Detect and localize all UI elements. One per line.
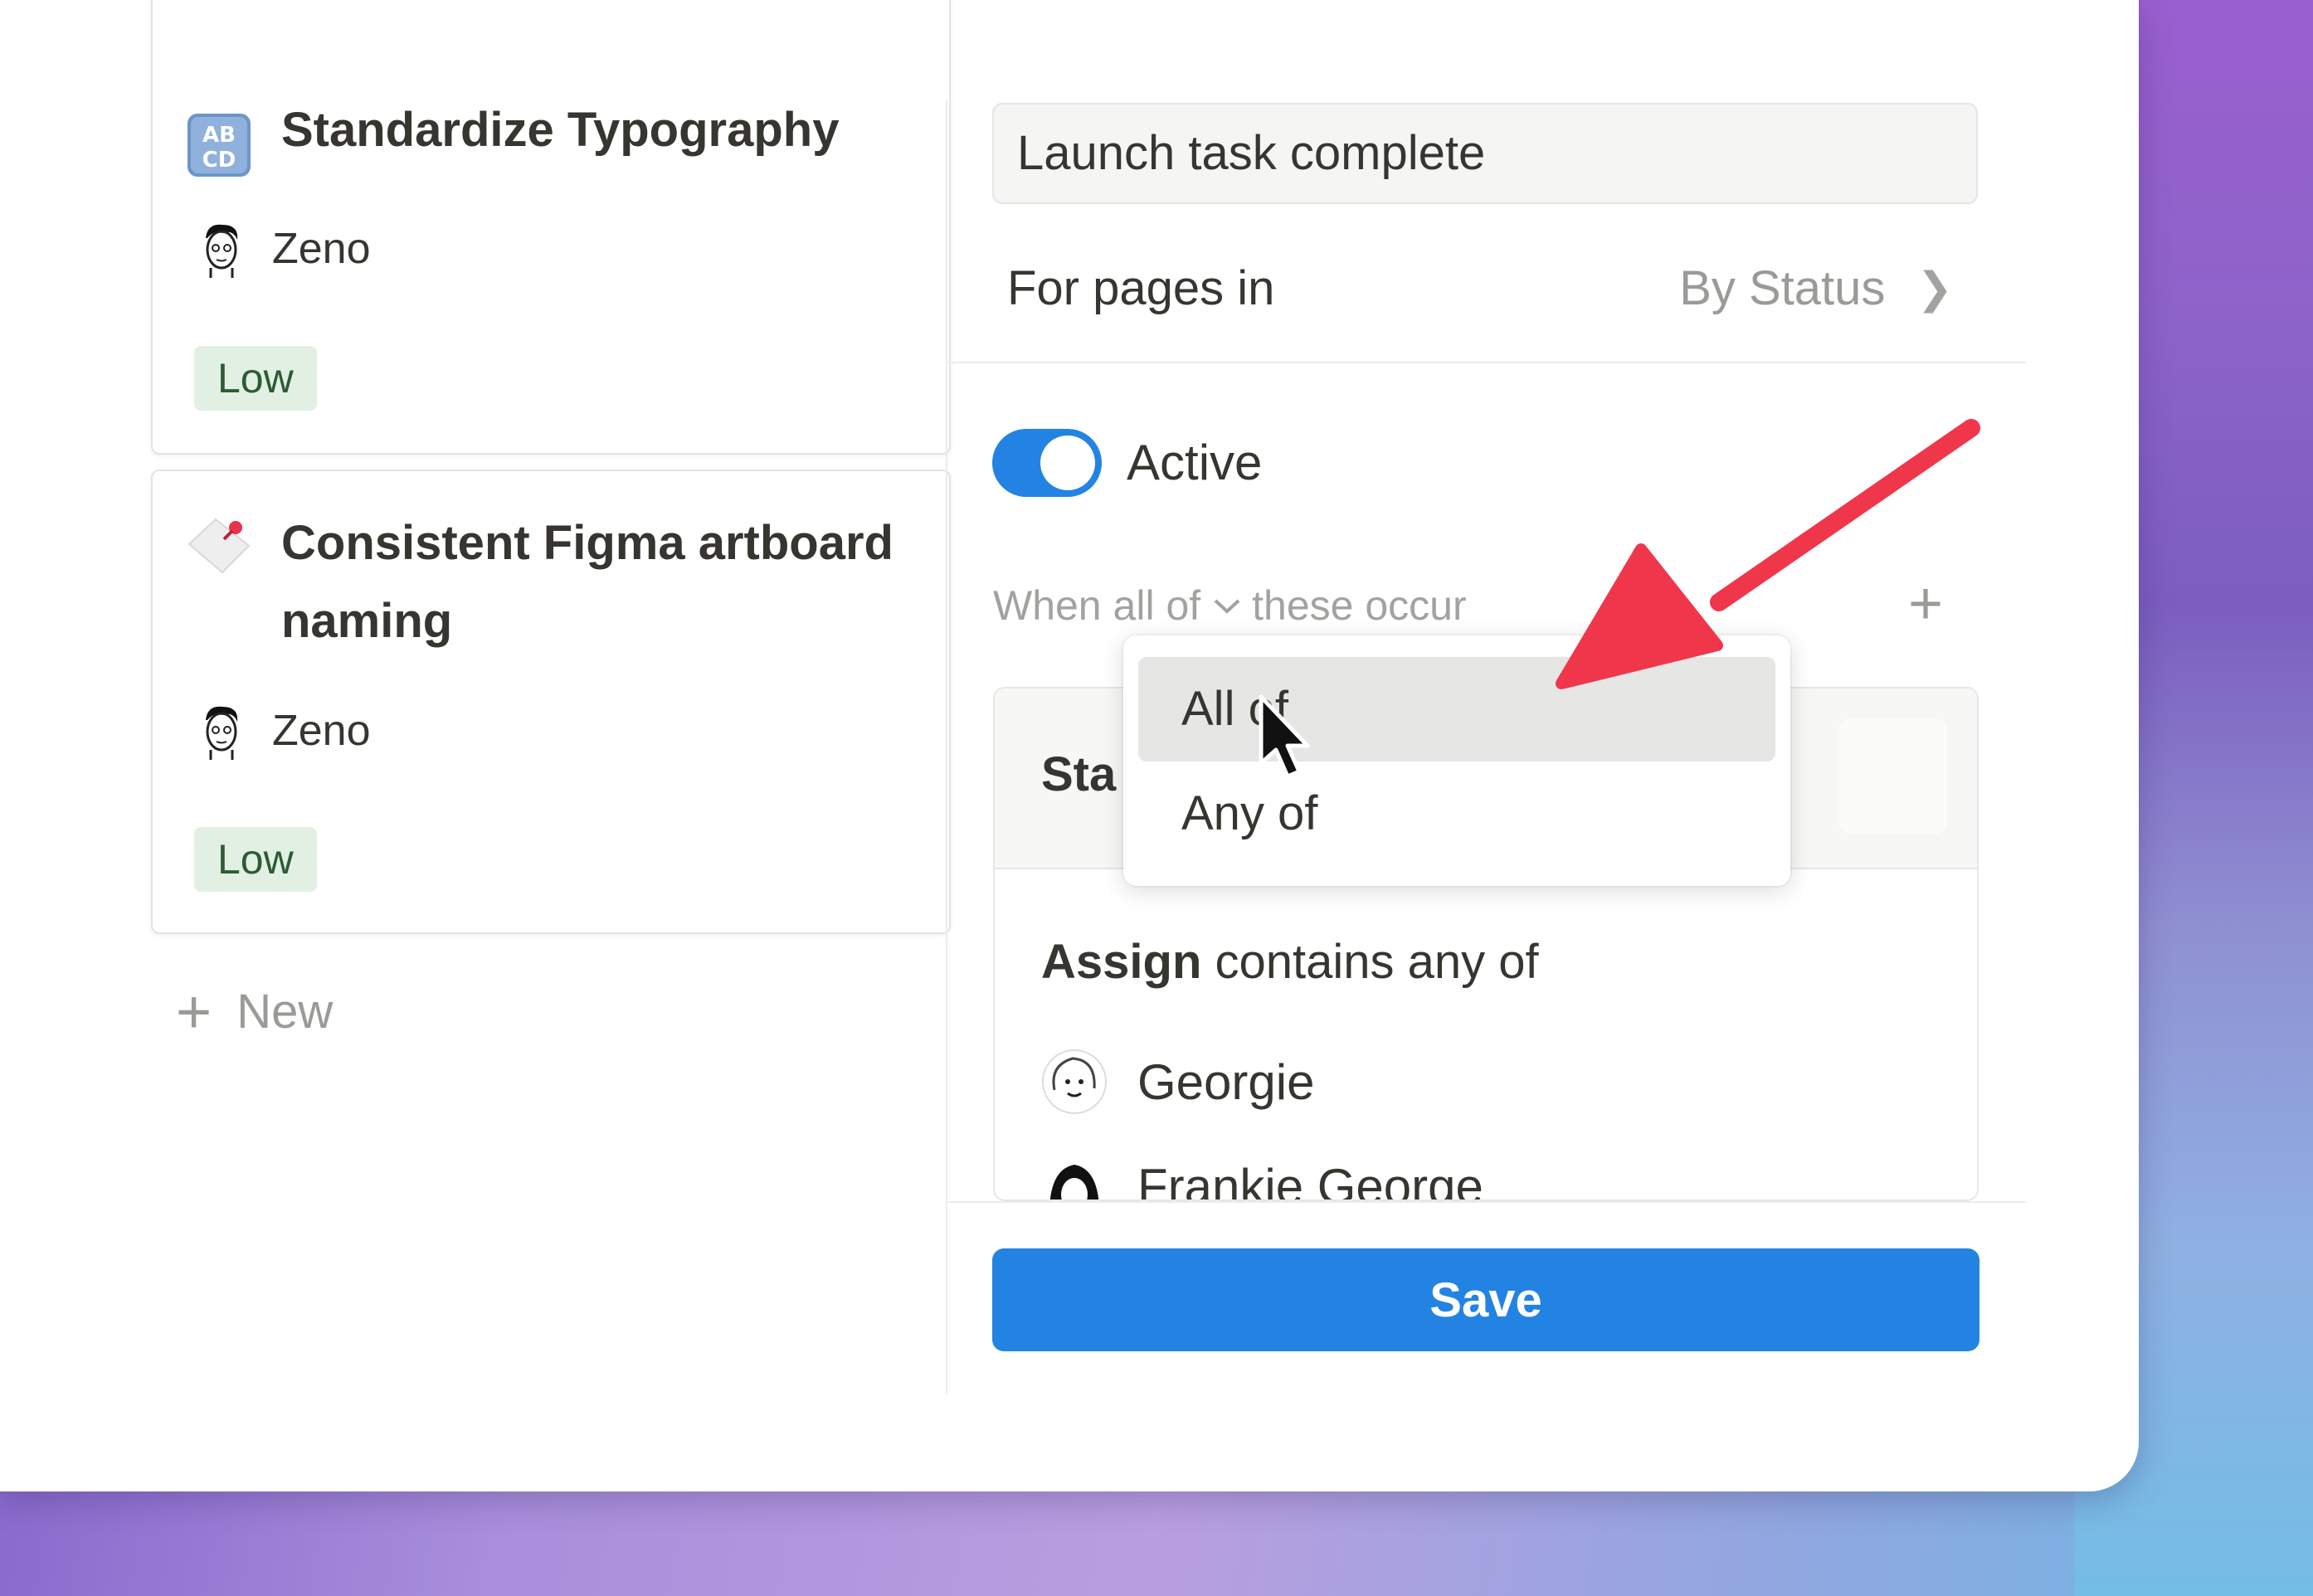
assignee: Zeno [194,702,371,760]
person-name: Georgie [1137,1053,1315,1110]
priority-tag: Low [194,827,317,892]
new-label: New [236,985,334,1039]
condition-value-chip[interactable] [1839,718,1947,834]
board-card[interactable]: Consistent Figma artboard naming Zeno Lo… [151,470,951,934]
person-chip[interactable]: Georgie [1041,1049,1314,1115]
view-name: By Status [1679,261,1886,315]
panel-divider [946,100,947,1394]
card-title-line1: Consistent Figma artboard [281,516,894,570]
assign-field: Assign [1041,935,1202,989]
section-divider [947,362,2026,363]
assignee: Zeno [194,220,371,278]
app-window: AB CD Standardize Typography Zeno Low Co… [0,0,2139,1491]
active-toggle[interactable] [992,429,1102,497]
svg-text:AB: AB [202,123,236,148]
save-button[interactable]: Save [992,1248,1979,1351]
chevron-right-icon: ❯ [1916,265,1953,313]
avatar [1049,1165,1099,1199]
avatar [206,224,238,278]
avatar [1042,1049,1107,1114]
pages-scope-row[interactable]: For pages in By Status ❯ [1007,255,1961,322]
chevron-down-icon[interactable] [1212,596,1242,616]
person-chip[interactable]: Frankie George [1041,1153,1483,1201]
mouse-cursor-icon [1259,694,1310,779]
assign-condition[interactable]: Assign contains any of [1041,934,1539,990]
footer-divider [947,1201,2026,1203]
new-card-button[interactable]: + New [176,976,334,1046]
when-prefix: When [993,582,1102,629]
pushpin-note-icon [187,518,251,574]
assignee-name: Zeno [272,225,371,273]
toggle-knob [1040,435,1095,490]
abcd-icon: AB CD [187,114,251,177]
plus-icon: + [176,976,212,1046]
pages-value[interactable]: By Status ❯ [1679,255,1953,322]
board-card[interactable]: AB CD Standardize Typography Zeno Low [151,0,951,455]
assignee-name: Zeno [272,707,371,755]
when-suffix: these occur [1252,582,1467,629]
avatar [206,706,238,760]
pages-label: For pages in [1007,261,1275,315]
dropdown-option-any-of[interactable]: Any of [1138,762,1775,866]
automation-name-input[interactable]: Launch task complete [992,103,1978,204]
annotation-arrow-icon [1556,419,1980,689]
assign-operator: contains any of [1215,935,1539,989]
priority-tag: Low [194,346,317,411]
trigger-mode-row: When all of these occur [993,577,1467,635]
svg-text:CD: CD [202,148,236,173]
condition-property: Sta [1041,747,1117,801]
trigger-mode-select[interactable]: all of [1113,577,1201,635]
card-title-line2: naming [281,594,453,648]
card-title: Standardize Typography [281,103,840,157]
person-name: Frankie George [1137,1158,1483,1201]
active-label: Active [1127,435,1263,490]
